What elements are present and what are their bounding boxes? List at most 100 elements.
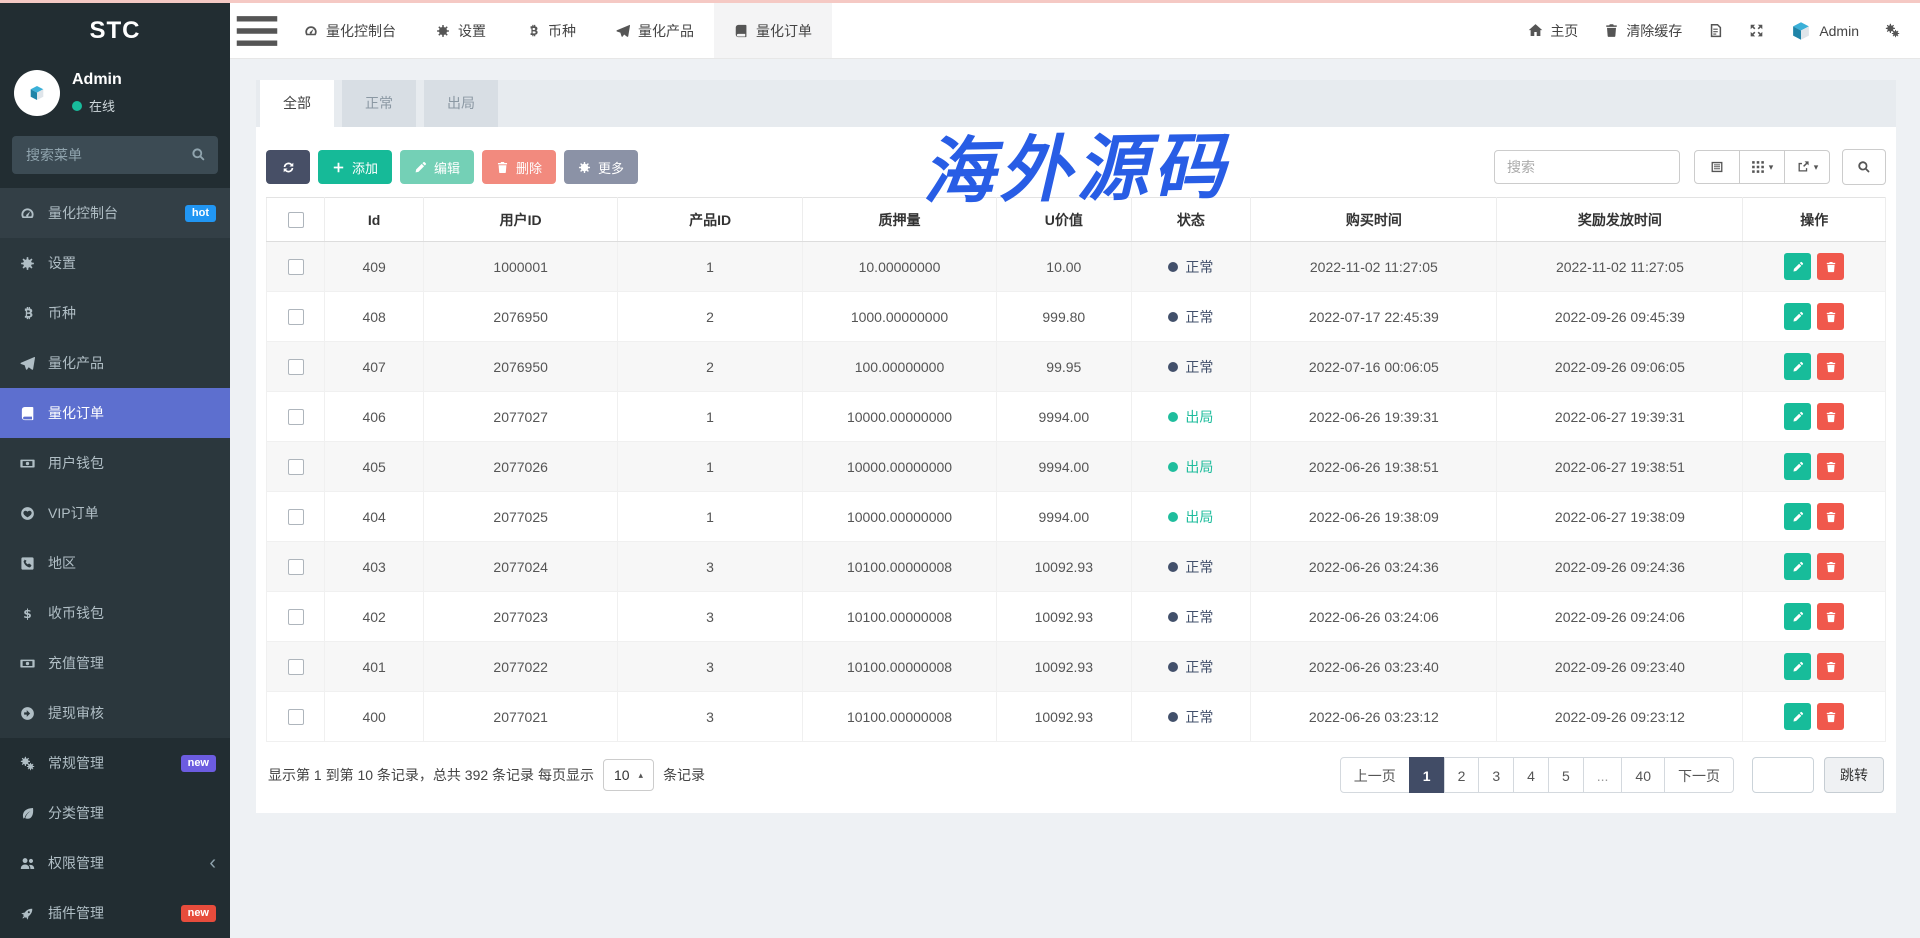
- page-button[interactable]: 5: [1548, 757, 1584, 793]
- hamburger-icon[interactable]: [230, 3, 284, 58]
- edit-row-button[interactable]: [1784, 253, 1811, 280]
- sidebar-item-5[interactable]: 量化订单: [0, 388, 230, 438]
- row-checkbox[interactable]: [288, 309, 304, 325]
- delete-row-button[interactable]: [1817, 253, 1844, 280]
- prev-page-button[interactable]: 上一页: [1340, 757, 1410, 793]
- edit-button[interactable]: 编辑: [400, 150, 474, 184]
- topnav-tab[interactable]: 量化产品: [596, 3, 714, 58]
- detail-view-button[interactable]: [1694, 150, 1740, 184]
- caret-down-icon: ▾: [1769, 162, 1774, 173]
- topnav-tab[interactable]: 设置: [416, 3, 506, 58]
- delete-button[interactable]: 删除: [482, 150, 556, 184]
- columns-button[interactable]: ▾: [1739, 150, 1785, 184]
- column-header[interactable]: 质押量: [802, 198, 996, 242]
- row-checkbox[interactable]: [288, 559, 304, 575]
- sidebar-item-1[interactable]: 量化控制台hot: [0, 188, 230, 238]
- column-header[interactable]: 奖励发放时间: [1497, 198, 1743, 242]
- edit-row-button[interactable]: [1784, 603, 1811, 630]
- avatar[interactable]: [14, 70, 60, 116]
- jump-page-input[interactable]: [1752, 757, 1814, 793]
- edit-row-button[interactable]: [1784, 553, 1811, 580]
- filter-tab[interactable]: 正常: [342, 80, 416, 127]
- sidebar-item-15[interactable]: 插件管理new: [0, 888, 230, 938]
- column-header[interactable]: 状态: [1131, 198, 1251, 242]
- page-button[interactable]: 1: [1409, 757, 1445, 793]
- home-link[interactable]: 主页: [1528, 21, 1578, 41]
- refresh-button[interactable]: [266, 150, 310, 184]
- delete-row-button[interactable]: [1817, 553, 1844, 580]
- edit-row-button[interactable]: [1784, 503, 1811, 530]
- delete-row-button[interactable]: [1817, 703, 1844, 730]
- settings-button[interactable]: [1885, 23, 1900, 38]
- edit-row-button[interactable]: [1784, 403, 1811, 430]
- jump-button[interactable]: 跳转: [1824, 757, 1884, 793]
- search-submit-button[interactable]: [1842, 149, 1886, 185]
- sidebar-item-13[interactable]: 分类管理: [0, 788, 230, 838]
- filter-tab[interactable]: 出局: [424, 80, 498, 127]
- edit-row-button[interactable]: [1784, 353, 1811, 380]
- row-checkbox[interactable]: [288, 609, 304, 625]
- row-checkbox[interactable]: [288, 359, 304, 375]
- table-search-input[interactable]: [1494, 150, 1680, 184]
- add-button[interactable]: 添加: [318, 150, 392, 184]
- page-button[interactable]: 4: [1513, 757, 1549, 793]
- fullscreen-button[interactable]: [1749, 23, 1764, 38]
- search-icon[interactable]: [191, 147, 206, 162]
- sidebar-item-4[interactable]: 量化产品: [0, 338, 230, 388]
- page-button[interactable]: 40: [1621, 757, 1665, 793]
- cell-status: 正常: [1131, 242, 1251, 292]
- sidebar-item-9[interactable]: $收币钱包: [0, 588, 230, 638]
- page-button[interactable]: 3: [1478, 757, 1514, 793]
- sidebar-item-7[interactable]: VIP订单: [0, 488, 230, 538]
- delete-row-button[interactable]: [1817, 403, 1844, 430]
- delete-row-button[interactable]: [1817, 453, 1844, 480]
- sidebar-item-11[interactable]: 提现审核: [0, 688, 230, 738]
- row-checkbox[interactable]: [288, 409, 304, 425]
- column-header[interactable]: 操作: [1743, 198, 1886, 242]
- row-checkbox[interactable]: [288, 259, 304, 275]
- chevron-left-icon[interactable]: ‹: [209, 853, 216, 873]
- select-all-checkbox[interactable]: [288, 212, 304, 228]
- user-menu[interactable]: Admin: [1790, 20, 1859, 42]
- menu-search-input[interactable]: [12, 136, 218, 174]
- more-button[interactable]: 更多: [564, 150, 638, 184]
- clear-cache-link[interactable]: 清除缓存: [1604, 21, 1682, 41]
- topnav-tab[interactable]: 币种: [506, 3, 596, 58]
- sidebar-item-8[interactable]: 地区: [0, 538, 230, 588]
- delete-row-button[interactable]: [1817, 353, 1844, 380]
- cell-actions: [1743, 342, 1886, 392]
- column-header[interactable]: 用户ID: [424, 198, 618, 242]
- page-button[interactable]: 2: [1444, 757, 1480, 793]
- row-checkbox[interactable]: [288, 659, 304, 675]
- cell-product-id: 3: [618, 542, 803, 592]
- next-page-button[interactable]: 下一页: [1664, 757, 1734, 793]
- column-header[interactable]: 购买时间: [1251, 198, 1497, 242]
- delete-row-button[interactable]: [1817, 603, 1844, 630]
- edit-row-button[interactable]: [1784, 453, 1811, 480]
- delete-row-button[interactable]: [1817, 303, 1844, 330]
- row-checkbox[interactable]: [288, 709, 304, 725]
- sidebar-item-14[interactable]: 权限管理‹: [0, 838, 230, 888]
- delete-row-button[interactable]: [1817, 503, 1844, 530]
- sidebar-item-12[interactable]: 常规管理new: [0, 738, 230, 788]
- column-header[interactable]: 产品ID: [618, 198, 803, 242]
- column-header[interactable]: U价值: [997, 198, 1131, 242]
- page-size-select[interactable]: 10 ▴: [603, 759, 654, 791]
- export-button[interactable]: ▾: [1784, 150, 1830, 184]
- row-checkbox[interactable]: [288, 459, 304, 475]
- edit-row-button[interactable]: [1784, 653, 1811, 680]
- row-checkbox[interactable]: [288, 509, 304, 525]
- topnav-tab[interactable]: 量化控制台: [284, 3, 416, 58]
- edit-row-button[interactable]: [1784, 703, 1811, 730]
- topnav-tab[interactable]: 量化订单: [714, 3, 832, 58]
- column-header[interactable]: Id: [325, 198, 424, 242]
- sidebar-item-10[interactable]: 充值管理: [0, 638, 230, 688]
- language-button[interactable]: [1708, 23, 1723, 38]
- brand-logo[interactable]: STC: [0, 3, 230, 58]
- edit-row-button[interactable]: [1784, 303, 1811, 330]
- delete-row-button[interactable]: [1817, 653, 1844, 680]
- filter-tab[interactable]: 全部: [260, 80, 334, 127]
- sidebar-item-6[interactable]: 用户钱包: [0, 438, 230, 488]
- sidebar-item-3[interactable]: 币种: [0, 288, 230, 338]
- sidebar-item-2[interactable]: 设置: [0, 238, 230, 288]
